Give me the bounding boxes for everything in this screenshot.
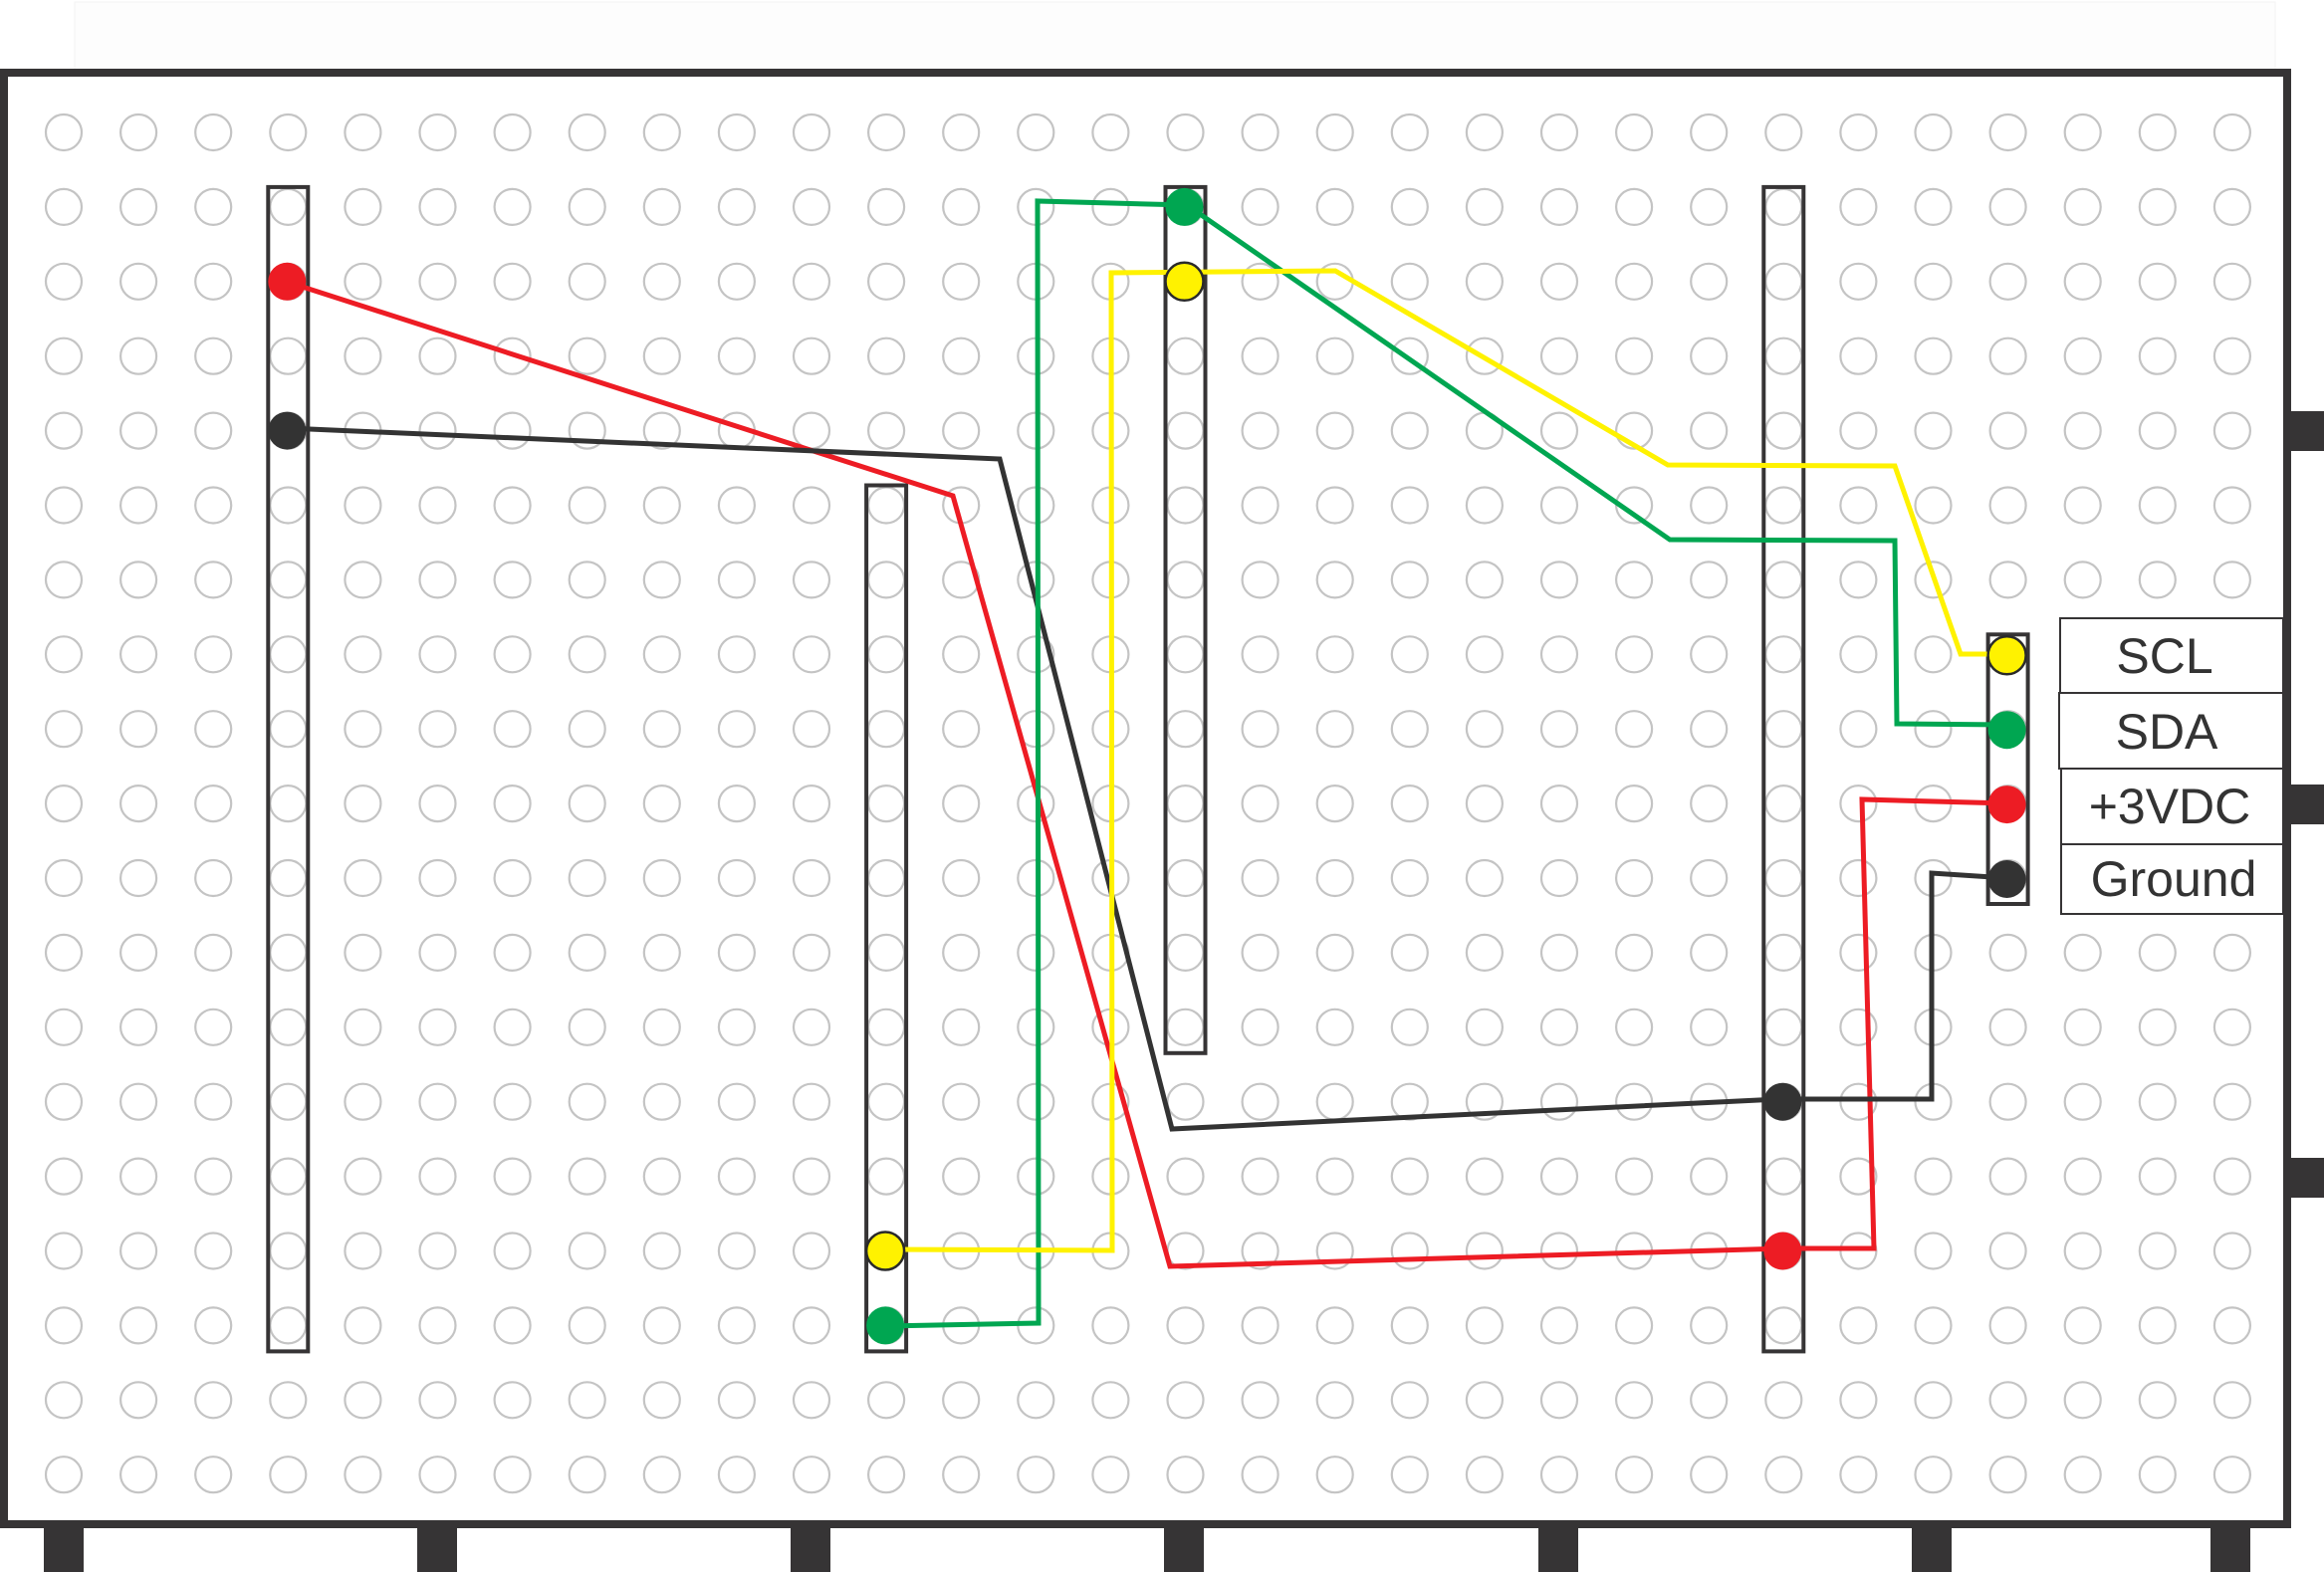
- yellow-solder-point: [1986, 635, 2027, 676]
- green-solder-point: [1987, 711, 2026, 750]
- connector-label-ground: Ground: [2060, 843, 2284, 915]
- yellow-solder-point: [864, 1231, 906, 1271]
- bottom-tab: [1912, 1523, 1952, 1572]
- bottom-tab: [791, 1523, 830, 1572]
- bottom-tab: [417, 1523, 457, 1572]
- red-solder-point: [268, 262, 307, 301]
- label-sda-text: SDA: [2116, 704, 2218, 760]
- connector-label-3vdc: +3VDC: [2060, 768, 2284, 845]
- yellow-solder-point: [1164, 261, 1205, 303]
- red-solder-point: [1763, 1232, 1802, 1270]
- green-solder-point: [866, 1306, 905, 1345]
- green-solder-point: [1165, 187, 1204, 226]
- bottom-tab: [2210, 1523, 2250, 1572]
- side-tab: [2286, 411, 2324, 451]
- bottom-tab: [1164, 1523, 1204, 1572]
- connector-label-box: SCL SDA +3VDC Ground: [2058, 617, 2284, 915]
- breadboard-diagram: SCL SDA +3VDC Ground: [0, 1, 2324, 1572]
- bottom-tab: [44, 1523, 84, 1572]
- bottom-tab: [1538, 1523, 1578, 1572]
- black-solder-point: [1987, 860, 2026, 898]
- label-ground-text: Ground: [2091, 851, 2257, 907]
- connector-label-scl: SCL: [2059, 617, 2284, 694]
- black-solder-point: [1763, 1082, 1802, 1121]
- black-solder-point: [268, 411, 307, 450]
- label-scl-text: SCL: [2116, 628, 2212, 684]
- label-3vdc-text: +3VDC: [2089, 779, 2251, 834]
- side-tab: [2286, 785, 2324, 824]
- connector-label-sda: SDA: [2058, 692, 2284, 770]
- red-solder-point: [1987, 786, 2026, 824]
- side-tab: [2286, 1158, 2324, 1198]
